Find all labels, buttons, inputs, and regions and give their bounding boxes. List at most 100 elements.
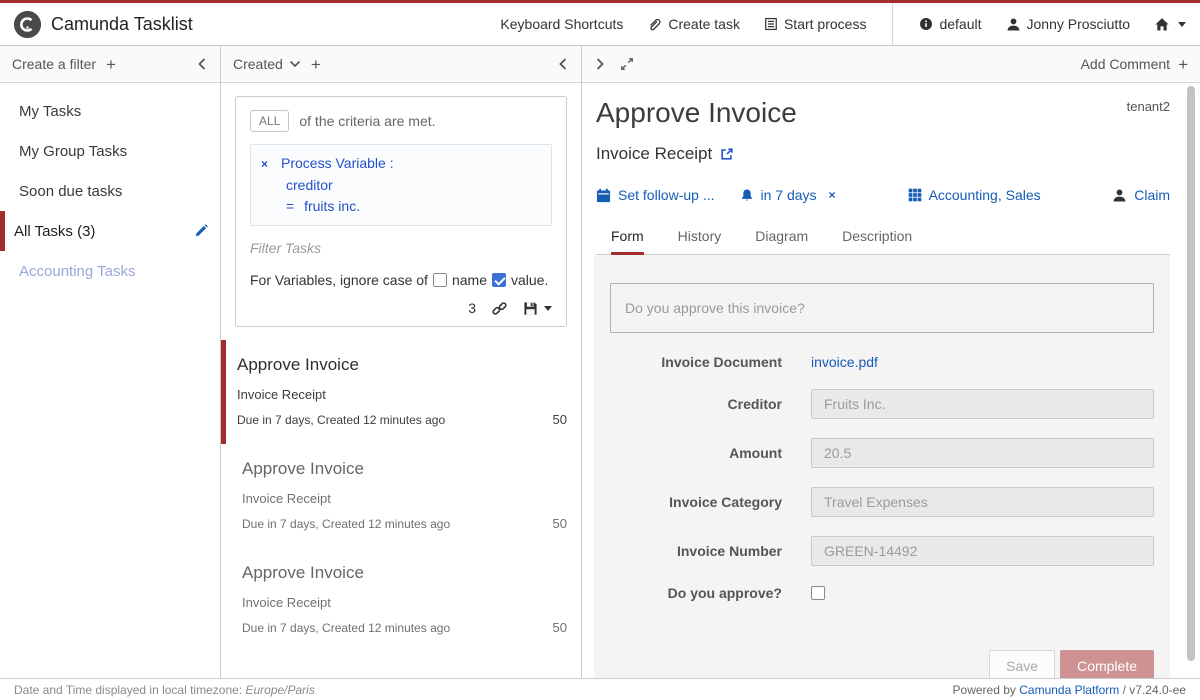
plus-icon: + [106,56,116,73]
paperclip-icon [647,17,662,32]
create-filter-button[interactable]: Create a filter + [12,56,116,73]
set-followup-button[interactable]: Set follow-up ... [596,187,715,203]
invoice-number-input [811,536,1154,566]
task-list-item[interactable]: Approve Invoice Invoice Receipt Due in 7… [221,548,581,652]
sidebar-item-soon-due-tasks[interactable]: Soon due tasks [0,171,220,211]
process-definition-name: Invoice Receipt [596,144,712,164]
filter-criteria-card: ALL of the criteria are met. × Process V… [235,96,567,327]
criteria-mode-button[interactable]: ALL [250,110,289,132]
collapse-sidebar-button[interactable] [196,57,208,71]
detail-tabs: Form History Diagram Description [596,221,1170,255]
version-label: / v7.24.0-ee [1123,683,1186,697]
task-list-header: Created + [221,46,581,83]
complete-button[interactable]: Complete [1060,650,1154,678]
edit-filter-pencil-icon[interactable] [194,224,208,238]
collapse-detail-button[interactable] [594,57,606,71]
caret-down-icon [1178,22,1186,27]
sidebar-item-all-tasks[interactable]: All Tasks (3) [0,211,220,251]
sort-by-created-dropdown[interactable]: Created [233,56,301,72]
filters-sidebar: Create a filter + My Tasks My Group Task… [0,46,221,678]
camunda-platform-link[interactable]: Camunda Platform [1019,683,1119,697]
field-label-amount: Amount [610,445,782,461]
ignore-case-name-checkbox[interactable] [433,273,447,287]
main-area: Create a filter + My Tasks My Group Task… [0,46,1200,678]
field-label-invoice-category: Invoice Category [610,494,782,510]
engine-select[interactable]: default [919,16,981,32]
form-actions: Save Complete [989,650,1154,678]
task-detail-panel: Add Comment + Approve Invoice tenant2 In… [582,46,1200,678]
header-divider [892,3,893,45]
bell-icon [740,188,754,203]
criteria-mode-text: of the criteria are met. [299,113,435,129]
chevron-down-icon [289,60,301,68]
tab-diagram[interactable]: Diagram [755,221,808,254]
person-icon [1006,17,1021,32]
camunda-logo-icon [14,11,41,38]
field-label-invoice-number: Invoice Number [610,543,782,559]
person-icon [1112,188,1127,203]
add-sorting-button[interactable]: + [311,56,321,73]
criteria-operator: = [286,196,294,217]
maximize-detail-icon[interactable] [620,57,634,71]
invoice-pdf-link[interactable]: invoice.pdf [811,354,878,370]
task-actions-row: Set follow-up ... in 7 days × [596,187,1170,203]
ignore-case-row: For Variables, ignore case of name value… [250,272,552,288]
field-label-invoice-document: Invoice Document [610,354,782,370]
filter-list: My Tasks My Group Tasks Soon due tasks A… [0,83,220,291]
external-link-icon[interactable] [720,147,734,161]
info-icon [919,17,933,31]
collapse-task-list-button[interactable] [557,57,569,71]
save-floppy-icon [523,301,538,316]
tab-description[interactable]: Description [842,221,912,254]
sidebar-item-my-tasks[interactable]: My Tasks [0,91,220,131]
task-priority: 50 [553,620,567,635]
field-label-creditor: Creditor [610,396,782,412]
user-menu[interactable]: Jonny Prosciutto [1006,16,1131,32]
sidebar-item-my-group-tasks[interactable]: My Group Tasks [0,131,220,171]
criteria-value: fruits inc. [304,198,360,214]
task-title: Approve Invoice [596,95,797,131]
powered-by-label: Powered by [953,683,1016,697]
claim-button[interactable]: Claim [1112,187,1170,203]
task-list-item[interactable]: Approve Invoice Invoice Receipt Due in 7… [221,444,581,548]
task-list-item[interactable]: Approve Invoice Invoice Receipt Due in 7… [221,340,581,444]
remove-criteria-icon[interactable]: × [261,154,268,175]
filter-tasks-input[interactable] [250,238,552,258]
amount-input [811,438,1154,468]
task-list-column: Created + ALL of the criteria are met. × [221,46,582,678]
timezone-value: Europe/Paris [245,683,314,697]
creditor-input [811,389,1154,419]
task-priority: 50 [553,516,567,531]
search-criteria-box[interactable]: × Process Variable : creditor = fruits i… [250,144,552,226]
task-form: Invoice Document invoice.pdf Creditor Am… [594,255,1170,678]
sidebar-header: Create a filter + [0,46,220,83]
timezone-label: Date and Time displayed in local timezon… [14,683,242,697]
approve-question-input [610,283,1154,333]
footer: Date and Time displayed in local timezon… [0,678,1200,700]
tab-history[interactable]: History [678,221,722,254]
save-button[interactable]: Save [989,650,1055,678]
home-menu[interactable] [1154,17,1186,32]
groups-button[interactable]: Accounting, Sales [908,187,1041,203]
due-date-button[interactable]: in 7 days × [740,187,836,203]
ignore-case-value-checkbox[interactable] [492,273,506,287]
app-title: Camunda Tasklist [51,14,193,35]
remove-due-date-icon[interactable]: × [829,188,836,202]
task-priority: 50 [553,412,567,427]
start-process-button[interactable]: Start process [764,16,866,32]
add-comment-button[interactable]: Add Comment + [1081,56,1188,73]
brand: Camunda Tasklist [14,11,193,38]
top-navigation: Keyboard Shortcuts Create task Start [500,3,1186,45]
sidebar-item-accounting-tasks[interactable]: Accounting Tasks [0,251,220,291]
home-icon [1154,17,1170,32]
keyboard-shortcuts-link[interactable]: Keyboard Shortcuts [500,16,623,32]
caret-down-icon [544,306,552,311]
detail-scrollbar[interactable] [1187,86,1195,661]
tab-form[interactable]: Form [611,221,644,254]
copy-link-icon[interactable] [492,301,507,316]
save-filter-menu[interactable] [523,301,552,316]
top-header: Camunda Tasklist Keyboard Shortcuts Crea… [0,0,1200,46]
create-task-button[interactable]: Create task [647,16,740,32]
invoice-category-input [811,487,1154,517]
approve-checkbox[interactable] [811,586,825,600]
